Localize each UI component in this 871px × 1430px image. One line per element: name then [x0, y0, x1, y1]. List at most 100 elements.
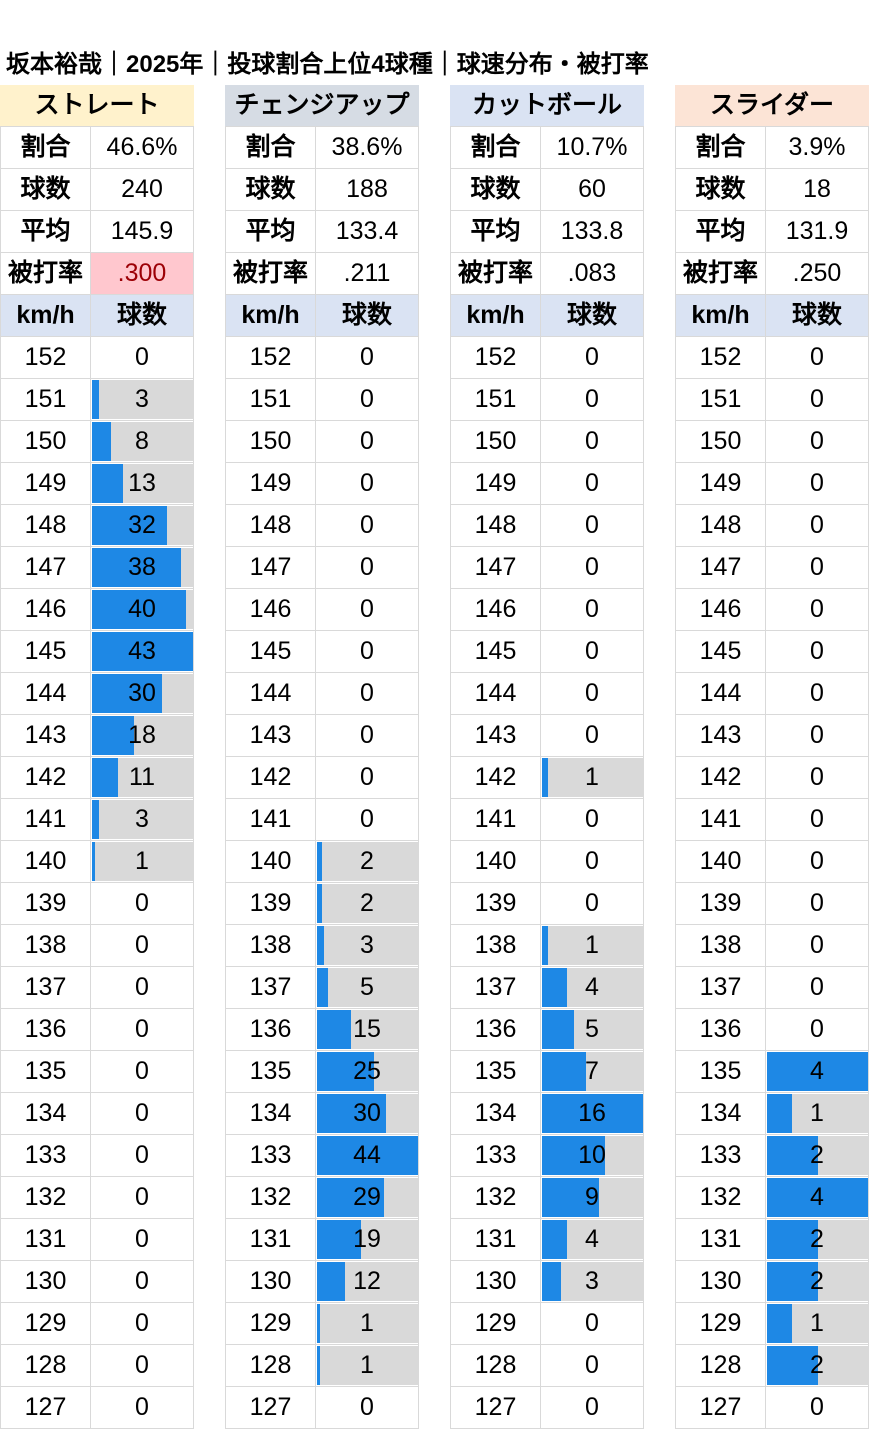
count-bar	[542, 1262, 561, 1301]
count-cell: 3	[91, 799, 194, 840]
speed-row: 152 0	[0, 337, 194, 379]
count-bar	[92, 758, 118, 797]
speed-column-header: km/h	[450, 295, 541, 336]
count-cell: 0	[316, 757, 419, 798]
speed-row: 149 0	[450, 463, 644, 505]
speed-row: 151 0	[675, 379, 869, 421]
speed-row: 146 0	[225, 589, 419, 631]
count-cell: 44	[316, 1135, 419, 1176]
speed-row: 150 0	[450, 421, 644, 463]
speed-row: 131 4	[450, 1219, 644, 1261]
count-value: 0	[810, 427, 824, 455]
stat-label: 球数	[0, 169, 91, 210]
stat-value: 131.9	[766, 211, 869, 252]
speed-label: 132	[225, 1177, 316, 1218]
speed-row: 141 0	[450, 799, 644, 841]
speed-label: 134	[450, 1093, 541, 1134]
speed-row: 132 0	[0, 1177, 194, 1219]
count-bar	[317, 1010, 351, 1049]
count-value: 0	[585, 343, 599, 371]
speed-label: 138	[225, 925, 316, 966]
stat-value: .250	[766, 253, 869, 294]
count-cell: 2	[316, 841, 419, 882]
count-cell: 0	[91, 1177, 194, 1218]
speed-row: 133 0	[0, 1135, 194, 1177]
speed-row: 127 0	[450, 1387, 644, 1429]
pitch-header-row: チェンジアップ	[225, 85, 419, 127]
count-value: 4	[810, 1057, 824, 1085]
speed-label: 151	[450, 379, 541, 420]
speed-label: 134	[225, 1093, 316, 1134]
count-value: 0	[585, 805, 599, 833]
count-bar	[317, 1346, 320, 1385]
count-cell: 2	[766, 1261, 869, 1302]
count-cell: 0	[766, 841, 869, 882]
speed-row: 132 9	[450, 1177, 644, 1219]
count-cell: 4	[541, 967, 644, 1008]
count-value: 0	[360, 637, 374, 665]
count-cell: 1	[766, 1093, 869, 1134]
speed-row: 138 0	[0, 925, 194, 967]
speed-label: 140	[450, 841, 541, 882]
speed-row: 139 0	[675, 883, 869, 925]
count-cell: 2	[766, 1345, 869, 1386]
count-cell: 1	[766, 1303, 869, 1344]
count-cell: 0	[316, 505, 419, 546]
count-value: 4	[585, 1225, 599, 1253]
count-cell: 0	[316, 463, 419, 504]
speed-row: 148 32	[0, 505, 194, 547]
speed-label: 128	[450, 1345, 541, 1386]
count-value: 19	[353, 1225, 381, 1253]
count-cell: 25	[316, 1051, 419, 1092]
speed-label: 142	[450, 757, 541, 798]
pitch-header-row: スライダー	[675, 85, 869, 127]
speed-row: 152 0	[675, 337, 869, 379]
page-title: 坂本裕哉｜2025年｜投球割合上位4球種｜球速分布・被打率	[6, 51, 649, 78]
speed-label: 144	[225, 673, 316, 714]
count-cell: 16	[541, 1093, 644, 1134]
speed-row: 131 2	[675, 1219, 869, 1261]
speed-row: 129 0	[0, 1303, 194, 1345]
speed-label: 130	[675, 1261, 766, 1302]
speed-label: 137	[675, 967, 766, 1008]
speed-row: 138 0	[675, 925, 869, 967]
stat-value: 240	[91, 169, 194, 210]
speed-row: 135 4	[675, 1051, 869, 1093]
stat-value: 38.6%	[316, 127, 419, 168]
stat-label: 割合	[675, 127, 766, 168]
count-value: 0	[360, 679, 374, 707]
count-value: 0	[135, 1309, 149, 1337]
distribution-header-row: km/h 球数	[225, 295, 419, 337]
count-cell: 30	[91, 673, 194, 714]
count-value: 40	[128, 595, 156, 623]
count-cell: 1	[541, 757, 644, 798]
count-cell: 0	[766, 463, 869, 504]
count-cell: 18	[91, 715, 194, 756]
speed-label: 142	[0, 757, 91, 798]
speed-label: 152	[225, 337, 316, 378]
pitch-name-header: チェンジアップ	[225, 85, 419, 126]
count-cell: 0	[91, 337, 194, 378]
speed-label: 136	[675, 1009, 766, 1050]
count-value: 2	[810, 1267, 824, 1295]
count-cell: 1	[316, 1303, 419, 1344]
count-value: 38	[128, 553, 156, 581]
speed-row: 145 0	[450, 631, 644, 673]
count-value: 0	[135, 1393, 149, 1421]
count-cell: 0	[541, 589, 644, 630]
count-value: 0	[135, 973, 149, 1001]
speed-label: 140	[675, 841, 766, 882]
speed-label: 150	[450, 421, 541, 462]
speed-label: 136	[450, 1009, 541, 1050]
speed-label: 145	[450, 631, 541, 672]
speed-row: 145 43	[0, 631, 194, 673]
stat-value: 3.9%	[766, 127, 869, 168]
count-value: 1	[135, 847, 149, 875]
count-cell: 0	[766, 967, 869, 1008]
speed-row: 147 38	[0, 547, 194, 589]
speed-row: 134 16	[450, 1093, 644, 1135]
speed-label: 141	[675, 799, 766, 840]
count-value: 0	[585, 427, 599, 455]
count-cell: 0	[316, 547, 419, 588]
speed-row: 142 0	[225, 757, 419, 799]
